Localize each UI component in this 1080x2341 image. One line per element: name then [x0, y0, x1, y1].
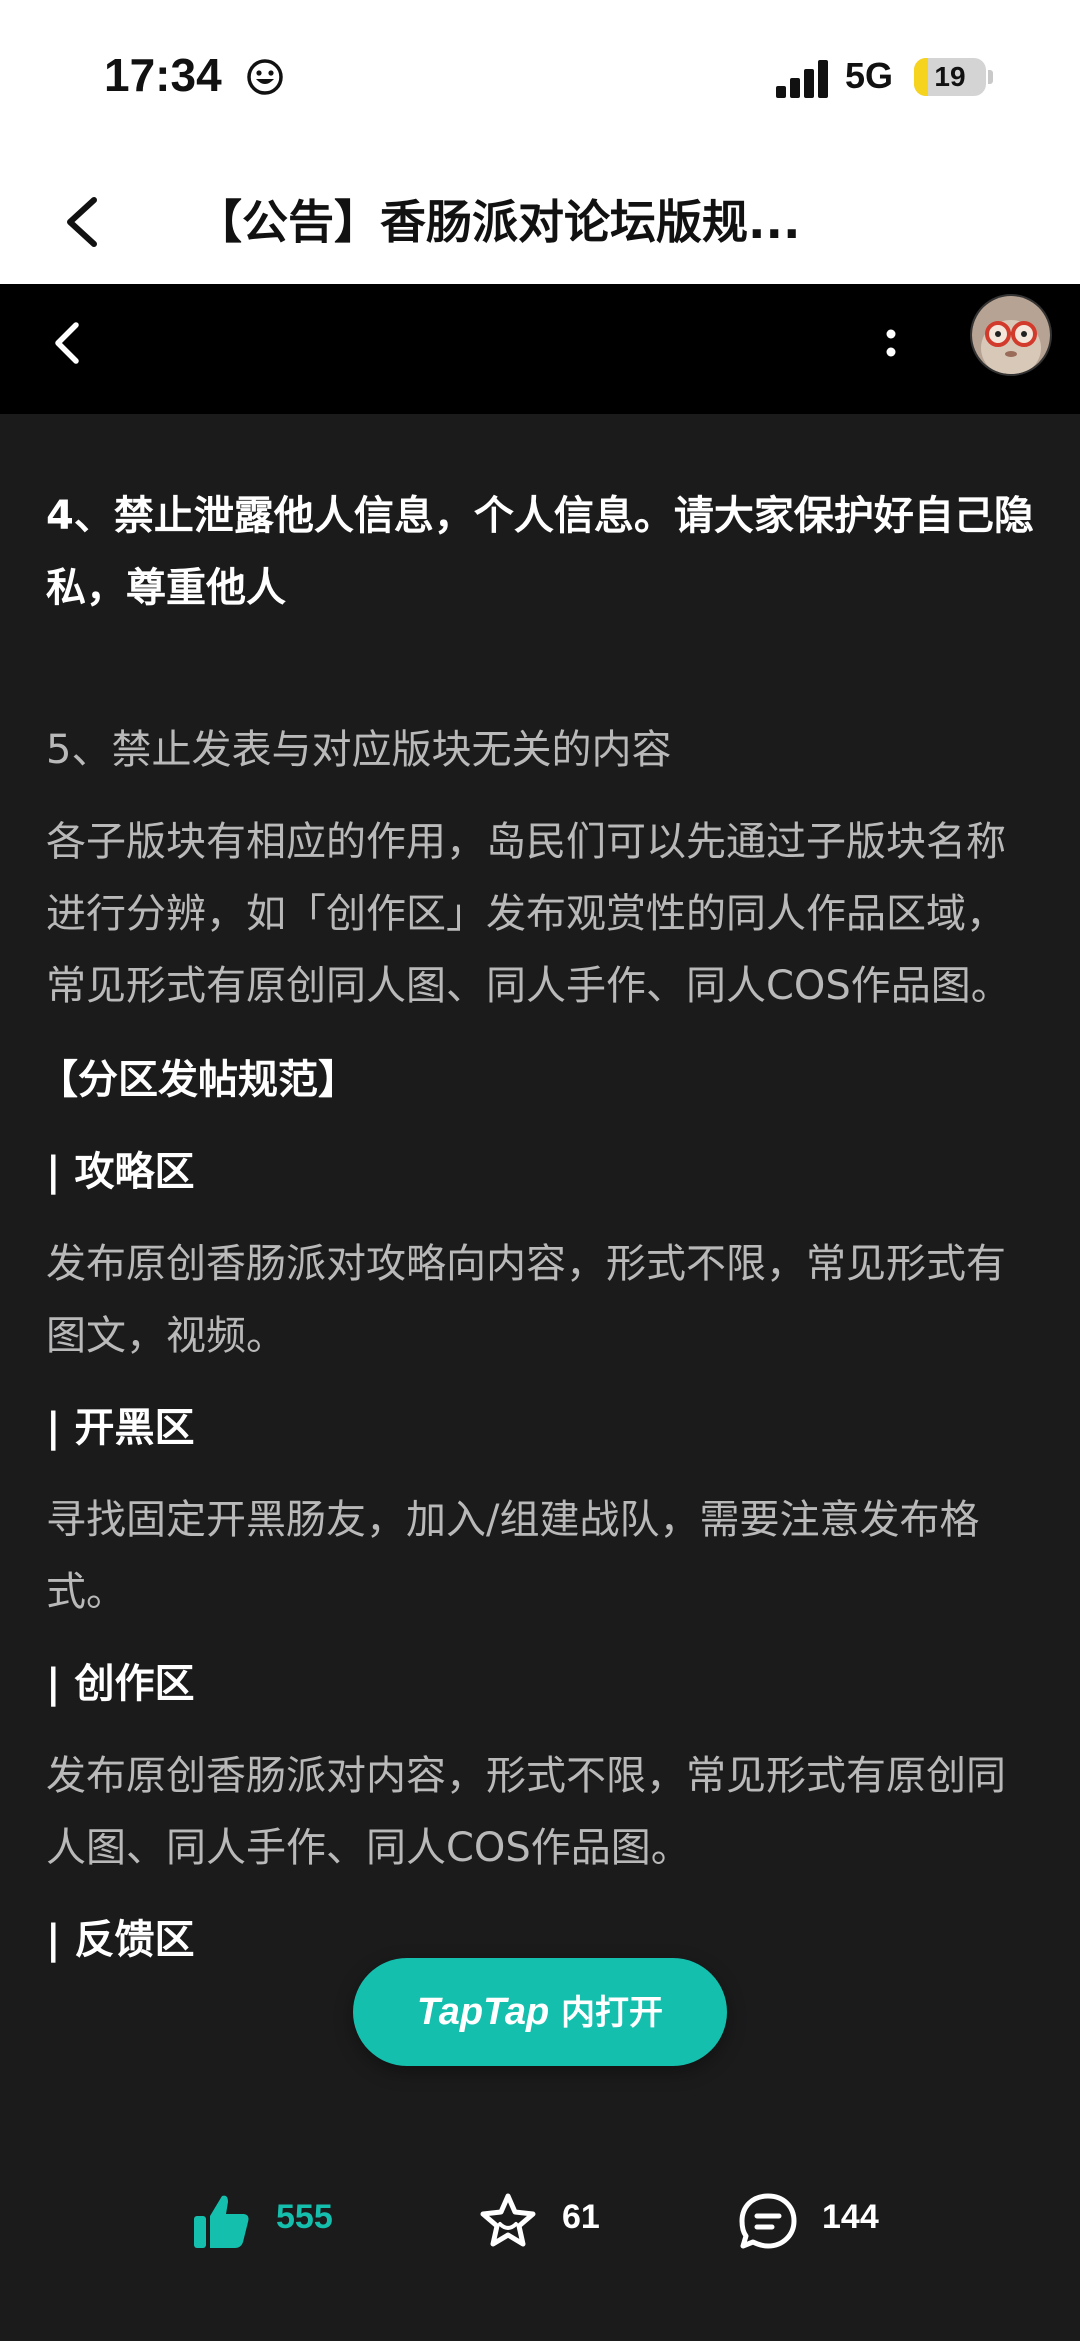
rule-5-title: 5、禁止发表与对应版块无关的内容: [46, 727, 672, 773]
back-icon[interactable]: [44, 308, 94, 378]
zone-desc-creation: 发布原创香肠派对内容，形式不限，常见形式有原创同人图、同人手作、同人COS作品图…: [46, 1753, 1006, 1871]
zone-desc-team: 寻找固定开黑肠友，加入/组建战队，需要注意发布格式。: [46, 1497, 980, 1615]
avatar-image: [972, 296, 1050, 374]
taptap-brand: TapTap: [416, 1991, 550, 2033]
back-chevron-icon[interactable]: [56, 190, 116, 254]
thumbs-up-icon: [194, 2195, 249, 2248]
rule-4-text: 4、禁止泄露他人信息，个人信息。请大家保护好自己隐私，尊重他人: [46, 493, 1034, 611]
status-time: 17:34: [104, 49, 222, 101]
section-heading: 【分区发帖规范】: [38, 1057, 358, 1103]
favorite-count: 61: [562, 2198, 600, 2236]
open-in-taptap-button[interactable]: TapTap 内打开: [353, 1958, 727, 2066]
zone-desc-strategy: 发布原创香肠派对攻略向内容，形式不限，常见形式有图文，视频。: [46, 1241, 1006, 1359]
battery-icon: 19: [914, 58, 986, 96]
post-content: 4、禁止泄露他人信息，个人信息。请大家保护好自己隐私，尊重他人 5、禁止发表与对…: [38, 480, 1036, 1976]
smiley-icon: [247, 59, 283, 95]
network-type: 5G: [845, 55, 894, 96]
comment-count: 144: [822, 2198, 879, 2236]
like-count: 555: [276, 2198, 333, 2236]
comment-icon: [739, 2193, 797, 2249]
page-title: 【公告】香肠派对论坛版规...: [196, 195, 801, 249]
more-vertical-icon[interactable]: [876, 310, 906, 380]
zone-title-strategy: | 攻略区: [46, 1149, 195, 1195]
app-header: [0, 284, 1080, 414]
battery-cap: [988, 70, 993, 84]
status-bar: 17:34 5G 19: [0, 0, 1080, 160]
open-label: 内打开: [549, 1993, 664, 2033]
rule-5-description: 各子版块有相应的作用，岛民们可以先通过子版块名称进行分辨，如「创作区」发布观赏性…: [46, 819, 1011, 1009]
action-bar: 555 61 144: [0, 2150, 1080, 2290]
browser-titlebar: 【公告】香肠派对论坛版规...: [0, 160, 1080, 284]
battery-level: 19: [934, 61, 966, 92]
avatar[interactable]: [970, 294, 1052, 376]
zone-title-creation: | 创作区: [46, 1661, 195, 1707]
signal-icon: [776, 60, 828, 98]
star-icon: [480, 2193, 536, 2247]
zone-title-team: | 开黑区: [46, 1405, 195, 1451]
